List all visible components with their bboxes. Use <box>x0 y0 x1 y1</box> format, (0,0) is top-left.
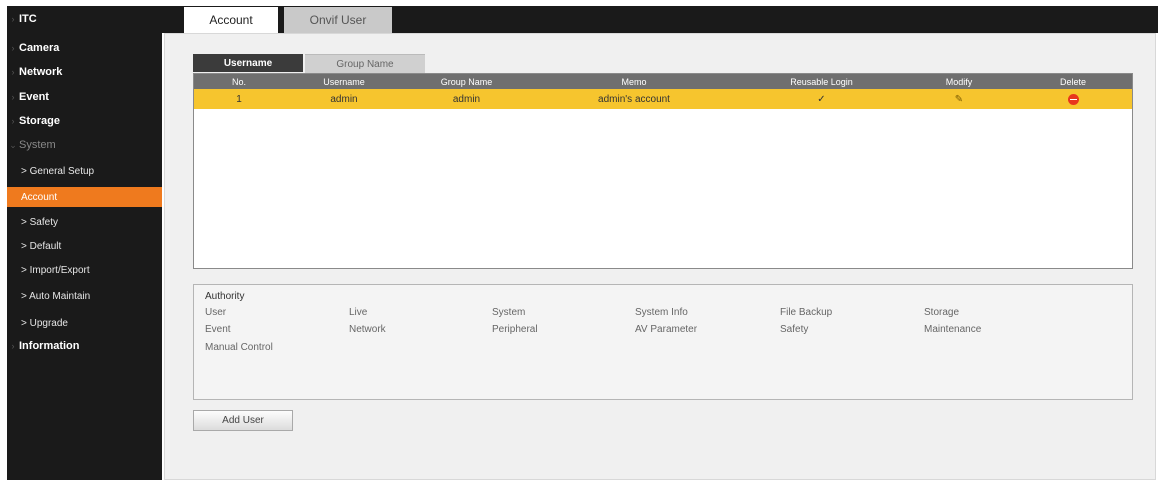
column-header-memo[interactable]: Memo <box>529 74 739 89</box>
sidebar-item-information[interactable]: › Information <box>7 336 162 356</box>
sidebar-item-upgrade[interactable]: > Upgrade <box>7 313 162 333</box>
sidebar-item-import-export[interactable]: > Import/Export <box>7 260 162 280</box>
cell-username: admin <box>330 93 358 105</box>
sidebar-item-network[interactable]: › Network <box>7 62 162 82</box>
sidebar-item-safety[interactable]: > Safety <box>7 212 162 232</box>
sidebar-item-label: Account <box>21 191 58 203</box>
sidebar-item-label: > Import/Export <box>21 264 90 276</box>
sidebar-item-label: > Upgrade <box>21 317 68 329</box>
table-row[interactable]: 1 admin admin admin's account ✓ ✎ <box>194 89 1132 109</box>
sidebar-item-general-setup[interactable]: > General Setup <box>7 161 162 181</box>
permission-item: Event <box>205 324 231 335</box>
edit-icon[interactable]: ✎ <box>955 94 963 105</box>
subtab-group-name[interactable]: Group Name <box>305 54 425 73</box>
permission-item: System <box>492 307 526 318</box>
permission-item: Safety <box>780 324 809 335</box>
sidebar-item-camera[interactable]: › Camera <box>7 38 162 58</box>
permission-item: Network <box>349 324 386 335</box>
column-header-group-name[interactable]: Group Name <box>404 74 529 89</box>
subtab-username[interactable]: Username <box>193 54 303 72</box>
user-table: No. Username Group Name Memo Reusable Lo… <box>193 73 1133 269</box>
authority-box: Authority User Live System System Info F… <box>193 284 1133 400</box>
permission-item: AV Parameter <box>635 324 698 335</box>
permission-item: System Info <box>635 307 688 318</box>
account-panel: Username Group Name No. Username Group N… <box>164 33 1156 480</box>
permission-item: Storage <box>924 307 960 318</box>
tab-account[interactable]: Account <box>184 7 278 33</box>
sidebar-item-label: ITC <box>19 13 37 25</box>
sidebar-item-storage[interactable]: › Storage <box>7 111 162 131</box>
sidebar-item-default[interactable]: > Default <box>7 236 162 256</box>
bullet-icon: › <box>11 92 15 102</box>
cell-no: 1 <box>236 93 242 105</box>
column-header-reusable-login[interactable]: Reusable Login <box>739 74 904 89</box>
column-header-no[interactable]: No. <box>194 74 284 89</box>
permission-item: Manual Control <box>205 342 273 353</box>
sidebar-item-label: Event <box>19 91 49 103</box>
sidebar-item-auto-maintain[interactable]: > Auto Maintain <box>7 286 162 306</box>
tab-onvif-user[interactable]: Onvif User <box>284 7 392 33</box>
bullet-icon: › <box>11 341 15 351</box>
expand-icon: ⌄ <box>9 139 17 150</box>
sidebar-item-label: Network <box>19 66 63 78</box>
column-header-username[interactable]: Username <box>284 74 404 89</box>
sidebar-item-label: Storage <box>19 115 60 127</box>
bullet-icon: › <box>11 14 15 24</box>
column-header-delete: Delete <box>1059 76 1086 87</box>
sidebar-item-label: Information <box>19 340 80 352</box>
permission-item: Live <box>349 307 368 318</box>
sidebar: › ITC › Camera › Network › Event › Storage ⌄ S… <box>7 6 162 480</box>
permission-item: User <box>205 307 227 318</box>
permission-item: Peripheral <box>492 324 538 335</box>
sidebar-item-label: > Auto Maintain <box>21 290 91 302</box>
sidebar-item-account[interactable]: Account <box>7 187 162 207</box>
sidebar-item-label: Camera <box>19 42 60 54</box>
sidebar-item-label: > Default <box>21 240 62 252</box>
sidebar-item-label: System <box>19 139 56 151</box>
sidebar-item-system[interactable]: ⌄ System <box>7 135 162 155</box>
delete-icon[interactable] <box>1067 93 1079 105</box>
permission-item: File Backup <box>780 307 833 318</box>
permission-item: Maintenance <box>924 324 982 335</box>
bullet-icon: › <box>11 116 15 126</box>
cell-group-name: admin <box>452 93 481 105</box>
column-header-modify: Modify <box>945 76 973 87</box>
cell-delete <box>1014 89 1132 109</box>
bullet-icon: › <box>11 43 15 53</box>
table-header: No. Username Group Name Memo Reusable Lo… <box>194 74 1132 89</box>
sidebar-item-label: > General Setup <box>21 165 95 177</box>
sidebar-item-itc[interactable]: › ITC <box>7 9 162 29</box>
cell-memo: admin's account <box>598 93 670 105</box>
sidebar-item-label: > Safety <box>21 216 58 228</box>
authority-title: Authority <box>205 291 245 302</box>
cell-modify: ✎ <box>904 89 1014 109</box>
main-area: Account Onvif User Username Group Name N… <box>162 6 1158 480</box>
sidebar-item-event[interactable]: › Event <box>7 87 162 107</box>
cell-reusable-login: ✓ <box>817 93 826 105</box>
bullet-icon: › <box>11 67 15 77</box>
top-tab-bar: Account Onvif User <box>162 6 1158 33</box>
add-user-button[interactable]: Add User <box>193 410 293 431</box>
